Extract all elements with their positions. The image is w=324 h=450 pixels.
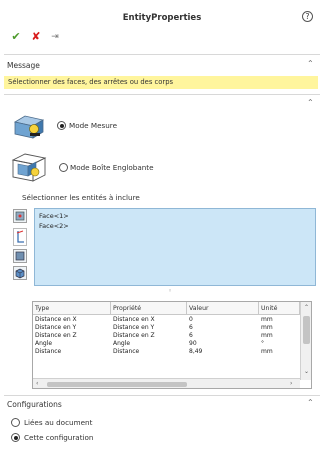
column-header-unit[interactable]: Unité (259, 302, 300, 315)
column-header-property[interactable]: Propriété (111, 302, 187, 315)
collapse-configurations-chevron-icon[interactable]: ⌃ (307, 398, 314, 407)
table-cell: 6 (189, 324, 193, 331)
table-cell: Distance en Z (35, 332, 77, 339)
filter-vertices-icon[interactable] (13, 249, 27, 263)
cancel-x-icon[interactable]: ✘ (30, 30, 42, 44)
scroll-up-arrow-icon[interactable]: ⌃ (304, 304, 309, 311)
column-header-value[interactable]: Valeur (187, 302, 259, 315)
scroll-down-arrow-icon[interactable]: ⌄ (304, 368, 309, 375)
help-icon[interactable]: ? (302, 11, 313, 22)
filter-bodies-icon[interactable] (13, 266, 27, 280)
list-item[interactable]: Face<2> (39, 222, 69, 230)
column-header-type[interactable]: Type (33, 302, 111, 315)
table-cell: Distance (113, 348, 140, 355)
table-cell: ° (261, 340, 264, 347)
table-cell: Distance en X (35, 316, 77, 323)
table-row[interactable]: Distance en Z Distance en Z 6 mm (33, 332, 300, 340)
table-cell: Angle (35, 340, 53, 347)
table-cell: 90 (189, 340, 197, 347)
title-bar: EntityProperties ? (0, 0, 324, 30)
filter-edges-icon[interactable] (13, 228, 27, 246)
table-cell: mm (261, 348, 273, 355)
scroll-left-arrow-icon[interactable]: ‹ (36, 380, 38, 387)
scroll-right-arrow-icon[interactable]: › (290, 380, 292, 387)
table-cell: mm (261, 332, 273, 339)
collapse-message-chevron-icon[interactable]: ⌃ (307, 59, 314, 68)
table-cell: mm (261, 316, 273, 323)
divider (4, 54, 320, 55)
table-cell: Angle (113, 340, 131, 347)
config-this-radio[interactable] (11, 433, 20, 442)
collapse-mode-chevron-icon[interactable]: ⌃ (307, 98, 314, 107)
configurations-section-label: Configurations (7, 400, 62, 409)
table-cell: 8,49 (189, 348, 203, 355)
table-cell: Distance (35, 348, 62, 355)
window-title: EntityProperties (122, 13, 202, 23)
scroll-thumb[interactable] (47, 382, 187, 387)
message-text: Sélectionner des faces, des arrêtes ou d… (4, 76, 318, 89)
table-cell: 0 (189, 316, 193, 323)
table-row[interactable]: Distance Distance 8,49 mm (33, 348, 300, 356)
pin-icon[interactable]: ⇥ (49, 30, 61, 44)
table-row[interactable]: Distance en X Distance en X 0 mm (33, 316, 300, 324)
filter-faces-icon[interactable] (13, 209, 27, 223)
table-vertical-scrollbar[interactable]: ⌃ ⌄ (300, 302, 311, 380)
table-cell: Distance en X (113, 316, 155, 323)
table-row[interactable]: Distance en Y Distance en Y 6 mm (33, 324, 300, 332)
table-row[interactable]: Angle Angle 90 ° (33, 340, 300, 348)
mode-measure-radio[interactable] (57, 121, 66, 130)
message-section-label: Message (7, 61, 40, 70)
selection-label: Sélectionner les entités à inclure (22, 193, 140, 202)
mode-bounding-box-label[interactable]: Mode Boîte Englobante (70, 163, 154, 172)
ok-check-icon[interactable]: ✔ (10, 30, 22, 44)
table-cell: 6 (189, 332, 193, 339)
mode-bounding-box-radio[interactable] (59, 163, 68, 172)
divider (4, 94, 320, 95)
table-cell: Distance en Z (113, 332, 155, 339)
divider (4, 395, 320, 396)
table-cell: mm (261, 324, 273, 331)
selection-list[interactable]: Face<1> Face<2> (34, 208, 316, 286)
table-cell: Distance en Y (113, 324, 155, 331)
config-document-label[interactable]: Liées au document (24, 418, 92, 427)
splitter-handle-icon[interactable]: ◦ (168, 287, 172, 295)
config-this-label[interactable]: Cette configuration (24, 433, 93, 442)
mode-measure-label[interactable]: Mode Mesure (69, 121, 117, 130)
measure-mode-icon (13, 112, 45, 140)
properties-table: Type Propriété Valeur Unité Distance en … (32, 301, 312, 389)
bounding-box-mode-icon (9, 150, 49, 184)
config-document-radio[interactable] (11, 418, 20, 427)
table-cell: Distance en Y (35, 324, 77, 331)
list-item[interactable]: Face<1> (39, 212, 69, 220)
scroll-thumb[interactable] (303, 316, 310, 344)
table-horizontal-scrollbar[interactable]: ‹ › (33, 378, 300, 388)
